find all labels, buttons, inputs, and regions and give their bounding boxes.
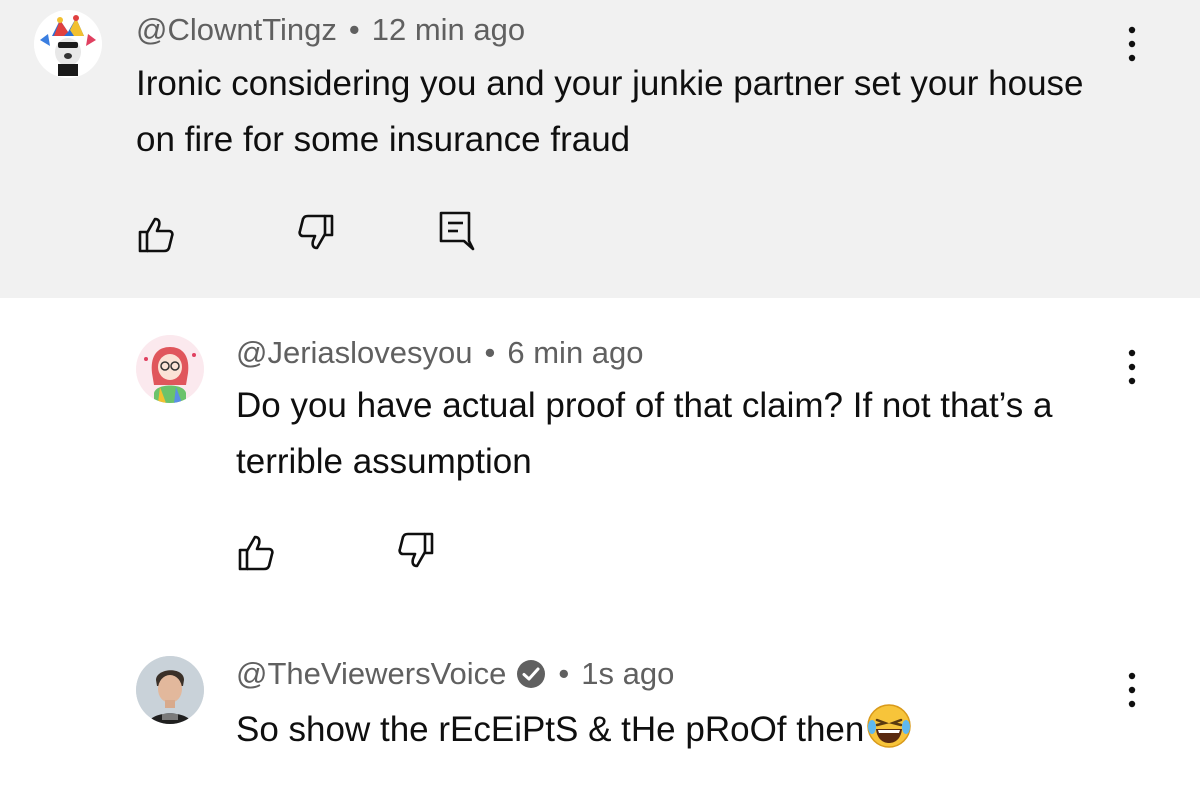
dislike-button[interactable] bbox=[396, 530, 436, 570]
comment-author[interactable]: @TheViewersVoice bbox=[236, 656, 506, 692]
comment-highlighted: @ClowntTingz • 12 min ago Ironic conside… bbox=[0, 0, 1200, 298]
avatar[interactable] bbox=[136, 335, 204, 403]
comment-meta: @ClowntTingz • 12 min ago bbox=[136, 10, 525, 50]
comment-reply: @Jeriaslovesyou • 6 min ago Do you have … bbox=[0, 298, 1200, 608]
comment-author[interactable]: @ClowntTingz bbox=[136, 12, 337, 48]
kebab-menu-icon bbox=[1128, 26, 1136, 62]
avatar[interactable] bbox=[34, 10, 102, 78]
verified-check-icon bbox=[516, 659, 546, 689]
comment-time[interactable]: 6 min ago bbox=[507, 335, 643, 371]
comment-text-content: So show the rEcEiPtS & tHe pRoOf then bbox=[236, 710, 865, 749]
more-options-button[interactable] bbox=[1122, 24, 1142, 64]
kebab-menu-icon bbox=[1128, 672, 1136, 708]
thumbs-up-icon bbox=[138, 217, 174, 253]
separator-dot: • bbox=[484, 335, 496, 370]
like-button[interactable] bbox=[236, 533, 276, 573]
thumbs-up-icon bbox=[238, 535, 274, 571]
laughing-crying-emoji-icon bbox=[866, 703, 912, 749]
kebab-menu-icon bbox=[1128, 349, 1136, 385]
comment-meta: @TheViewersVoice • 1s ago bbox=[236, 654, 674, 694]
reply-comment-icon bbox=[439, 211, 475, 251]
anime-girl-avatar-icon bbox=[136, 335, 204, 403]
comment-text: So show the rEcEiPtS & tHe pRoOf then bbox=[236, 702, 1200, 758]
comment-meta: @Jeriaslovesyou • 6 min ago bbox=[236, 333, 644, 373]
dislike-button[interactable] bbox=[296, 212, 336, 252]
jester-dog-avatar-icon bbox=[34, 10, 102, 78]
comment-time[interactable]: 12 min ago bbox=[372, 12, 525, 48]
comment-time[interactable]: 1s ago bbox=[581, 656, 674, 692]
avatar[interactable] bbox=[136, 656, 204, 724]
more-options-button[interactable] bbox=[1122, 347, 1142, 387]
man-avatar-icon bbox=[136, 656, 204, 724]
comment-author[interactable]: @Jeriaslovesyou bbox=[236, 335, 473, 371]
comment-text: Ironic considering you and your junkie p… bbox=[136, 64, 1084, 159]
like-button[interactable] bbox=[136, 215, 176, 255]
separator-dot: • bbox=[348, 12, 360, 47]
comment-reply: @TheViewersVoice • 1s ago So show the rE… bbox=[0, 608, 1200, 791]
reply-button[interactable] bbox=[436, 210, 476, 254]
thumbs-down-icon bbox=[398, 532, 434, 568]
thumbs-down-icon bbox=[298, 214, 334, 250]
more-options-button[interactable] bbox=[1122, 670, 1142, 710]
comment-text: Do you have actual proof of that claim? … bbox=[236, 386, 1053, 481]
separator-dot: • bbox=[558, 656, 570, 691]
